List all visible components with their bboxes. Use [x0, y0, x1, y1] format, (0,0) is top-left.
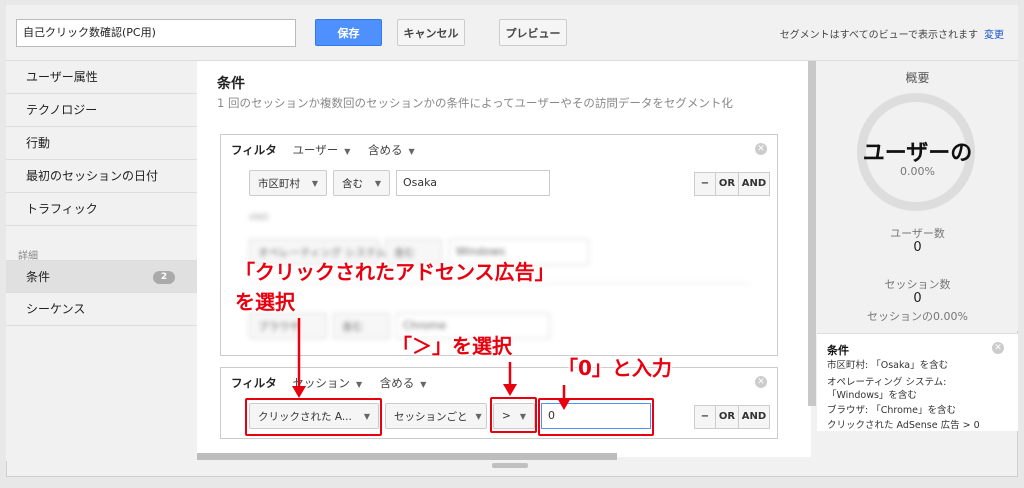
arrow-head-icon	[503, 384, 517, 396]
arrow-head-icon	[292, 386, 306, 398]
highlight-value-input	[538, 398, 654, 436]
highlight-operator-select	[490, 397, 537, 433]
highlight-metric-select	[245, 398, 382, 436]
